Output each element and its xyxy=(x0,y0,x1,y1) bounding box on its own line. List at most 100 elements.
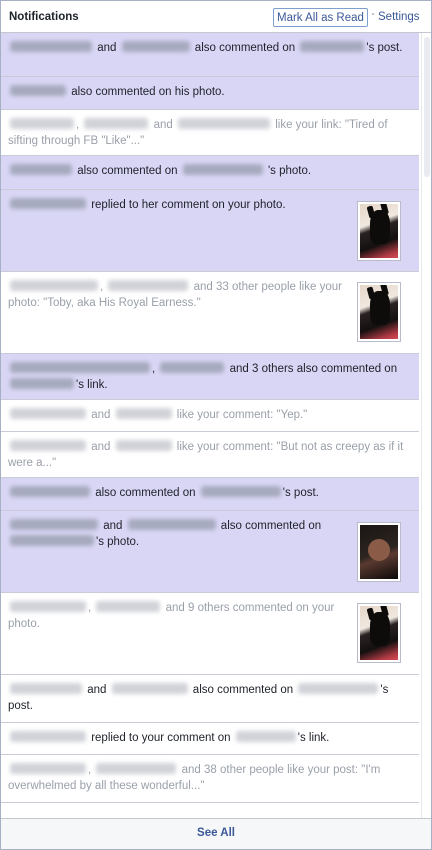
notification-text: also commented on 's post. xyxy=(8,485,408,501)
scrollbar-thumb[interactable] xyxy=(424,37,430,177)
notification-text: , and like your link: "Tired of sifting … xyxy=(8,117,408,149)
notification-list: and also commented on 's post. also comm… xyxy=(1,33,419,818)
notification-text-part: 's link. xyxy=(297,732,330,744)
redacted-name xyxy=(10,486,90,497)
notification-item[interactable]: , and 3 others also commented on 's link… xyxy=(1,354,419,400)
notification-item[interactable]: and also commented on 's post. xyxy=(1,675,419,723)
notification-text-part: also commented on his photo. xyxy=(71,86,225,98)
redacted-name xyxy=(111,683,188,694)
notification-text: replied to your comment on 's link. xyxy=(8,730,408,746)
redacted-name xyxy=(108,280,189,291)
redacted-name xyxy=(96,601,161,612)
redacted-name xyxy=(84,118,149,129)
notification-item[interactable]: also commented on 's photo. xyxy=(1,156,419,190)
notifications-panel: Notifications Mark All as Read Settings … xyxy=(0,0,432,850)
photo-thumbnail[interactable] xyxy=(357,201,401,261)
settings-link[interactable]: Settings xyxy=(378,11,420,23)
notification-text-part: replied to your comment on xyxy=(91,732,231,744)
notification-text: , and 9 others commented on your photo. xyxy=(8,600,343,632)
notification-text-part: , xyxy=(100,281,104,293)
notification-text-part: also commented on xyxy=(194,42,296,54)
redacted-name xyxy=(121,41,190,52)
redacted-name xyxy=(200,486,281,497)
redacted-name xyxy=(96,763,177,774)
notification-item[interactable]: and like your comment: "But not as creep… xyxy=(1,432,419,478)
redacted-name xyxy=(235,731,296,742)
redacted-name xyxy=(10,164,72,175)
redacted-name xyxy=(10,378,74,389)
notification-text: and like your comment: "Yep." xyxy=(8,407,408,423)
redacted-name xyxy=(10,763,86,774)
notification-text-part: like your comment: "Yep." xyxy=(176,409,308,421)
redacted-name xyxy=(300,41,365,52)
notification-item[interactable]: , and 38 other people like your post: "I… xyxy=(1,755,419,803)
notification-text-part: also commented on xyxy=(220,520,322,532)
redacted-name xyxy=(10,408,86,419)
redacted-name xyxy=(182,164,263,175)
photo-thumbnail[interactable] xyxy=(357,603,401,663)
see-all-link[interactable]: See All xyxy=(197,827,235,839)
notification-text: , and 38 other people like your post: "I… xyxy=(8,762,408,794)
notification-text: also commented on his photo. xyxy=(8,84,408,100)
notification-text-part: and 3 others also commented on xyxy=(229,363,398,375)
separator-dot xyxy=(372,13,374,15)
redacted-name xyxy=(10,41,92,52)
notification-text: and also commented on 's photo. xyxy=(8,518,343,550)
redacted-name xyxy=(10,683,82,694)
photo-thumbnail[interactable] xyxy=(357,522,401,582)
notification-item[interactable]: and also commented on 's post. xyxy=(1,33,419,77)
redacted-name xyxy=(127,519,216,530)
notification-text: also commented on 's photo. xyxy=(8,163,408,179)
notification-item[interactable]: replied to your comment on 's link. xyxy=(1,723,419,755)
photo-thumbnail[interactable] xyxy=(357,282,401,342)
notification-text-part: also commented on xyxy=(77,165,178,177)
notification-text: and like your comment: "But not as creep… xyxy=(8,439,408,471)
notification-item[interactable]: , and 33 other people like your photo: "… xyxy=(1,272,419,354)
redacted-name xyxy=(298,683,379,694)
notification-item[interactable]: , and like your link: "Tired of sifting … xyxy=(1,110,419,156)
notifications-header: Notifications Mark All as Read Settings xyxy=(1,1,431,33)
redacted-name xyxy=(10,519,98,530)
notification-text: and also commented on 's post. xyxy=(8,682,408,714)
redacted-name xyxy=(115,408,172,419)
notification-item[interactable]: and like your comment: "Yep." xyxy=(1,400,419,432)
notifications-title: Notifications xyxy=(9,11,79,23)
notification-text-part: and xyxy=(103,520,123,532)
mark-all-read-button[interactable]: Mark All as Read xyxy=(273,8,368,27)
notification-item[interactable]: replied to her comment on your photo. xyxy=(1,190,419,272)
redacted-name xyxy=(10,85,66,96)
notification-text-part: 's photo. xyxy=(96,536,140,548)
notification-text-part: 's link. xyxy=(76,379,108,391)
redacted-name xyxy=(10,280,98,291)
notification-item[interactable] xyxy=(1,803,419,818)
notification-text-part: 's photo. xyxy=(267,165,312,177)
notification-item[interactable]: , and 9 others commented on your photo. xyxy=(1,593,419,675)
notification-text: and also commented on 's post. xyxy=(8,40,408,56)
notification-text: replied to her comment on your photo. xyxy=(8,197,343,213)
redacted-name xyxy=(10,440,86,451)
notification-text-part: , xyxy=(152,363,156,375)
redacted-name xyxy=(10,198,86,209)
redacted-name xyxy=(178,118,270,129)
notification-text: , and 3 others also commented on 's link… xyxy=(8,361,408,393)
redacted-name xyxy=(10,118,74,129)
redacted-name xyxy=(160,362,225,373)
notification-text-part: and xyxy=(91,409,111,421)
notification-text-part: 's post. xyxy=(282,487,319,499)
notification-text-part: and xyxy=(87,684,107,696)
redacted-name xyxy=(10,601,86,612)
notification-text-part: , xyxy=(88,764,92,776)
redacted-name xyxy=(10,535,94,546)
notifications-footer: See All xyxy=(1,818,431,849)
notification-text-part: 's post. xyxy=(366,42,403,54)
notification-item[interactable]: also commented on 's post. xyxy=(1,478,419,511)
notification-text-part: also commented on xyxy=(95,487,196,499)
notification-text: , and 33 other people like your photo: "… xyxy=(8,279,343,311)
redacted-name xyxy=(10,731,86,742)
notification-text-part: , xyxy=(76,119,80,131)
notification-text-part: also commented on xyxy=(192,684,294,696)
scrollbar[interactable] xyxy=(421,33,431,818)
redacted-name xyxy=(10,362,150,373)
notification-item[interactable]: and also commented on 's photo. xyxy=(1,511,419,593)
notification-item[interactable]: also commented on his photo. xyxy=(1,77,419,110)
